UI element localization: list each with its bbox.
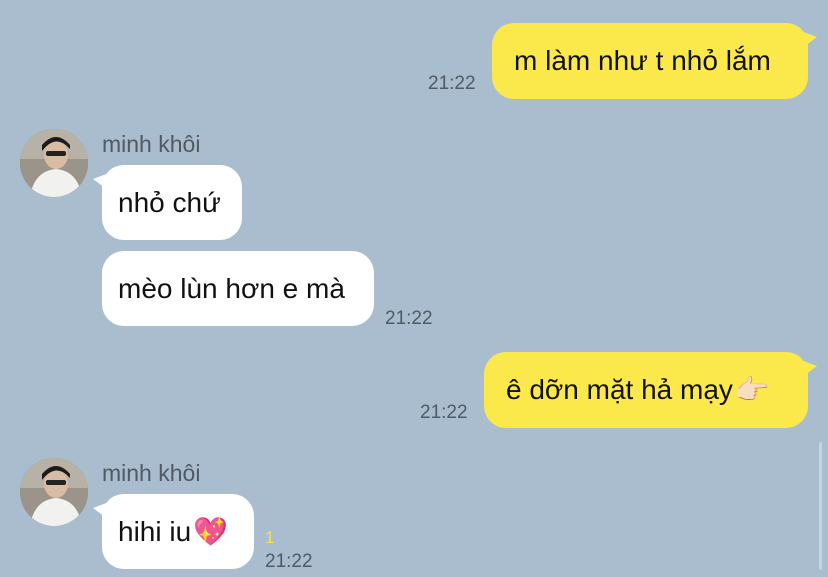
message-text: hihi iu	[118, 515, 192, 547]
message-text: nhỏ chứ	[118, 186, 221, 218]
unread-count: 1	[265, 528, 275, 547]
incoming-message-bubble[interactable]: mèo lùn hơn e mà	[102, 251, 374, 326]
message-timestamp: 21:22	[265, 551, 313, 572]
incoming-message-bubble[interactable]: nhỏ chứ	[93, 165, 242, 240]
message-timestamp: 21:22	[420, 402, 468, 423]
pointing-hand-icon: 👉🏻	[734, 374, 770, 405]
sender-name: minh khôi	[102, 131, 201, 157]
message-timestamp: 21:22	[385, 308, 433, 329]
message-text: m làm như t nhỏ lắm	[514, 45, 771, 76]
sender-avatar[interactable]	[20, 458, 88, 526]
message-text: mèo lùn hơn e mà	[118, 272, 345, 304]
scrollbar[interactable]	[819, 442, 822, 570]
profile-photo	[20, 129, 88, 197]
sender-name: minh khôi	[102, 460, 201, 486]
message-timestamp: 21:22	[428, 73, 476, 94]
profile-photo	[20, 458, 88, 526]
chat-message-list[interactable]: 21:22 m làm như t nhỏ lắm minh khôi nhỏ …	[0, 0, 828, 577]
outgoing-message-bubble[interactable]: m làm như t nhỏ lắm	[492, 23, 817, 99]
outgoing-message-bubble[interactable]: ê dỡn mặt hả mạy 👉🏻	[484, 352, 817, 428]
incoming-message-bubble[interactable]: hihi iu 💖	[93, 494, 254, 569]
message-text: ê dỡn mặt hả mạy	[506, 374, 733, 405]
sparkling-heart-icon: 💖	[193, 515, 229, 547]
sender-avatar[interactable]	[20, 129, 88, 197]
